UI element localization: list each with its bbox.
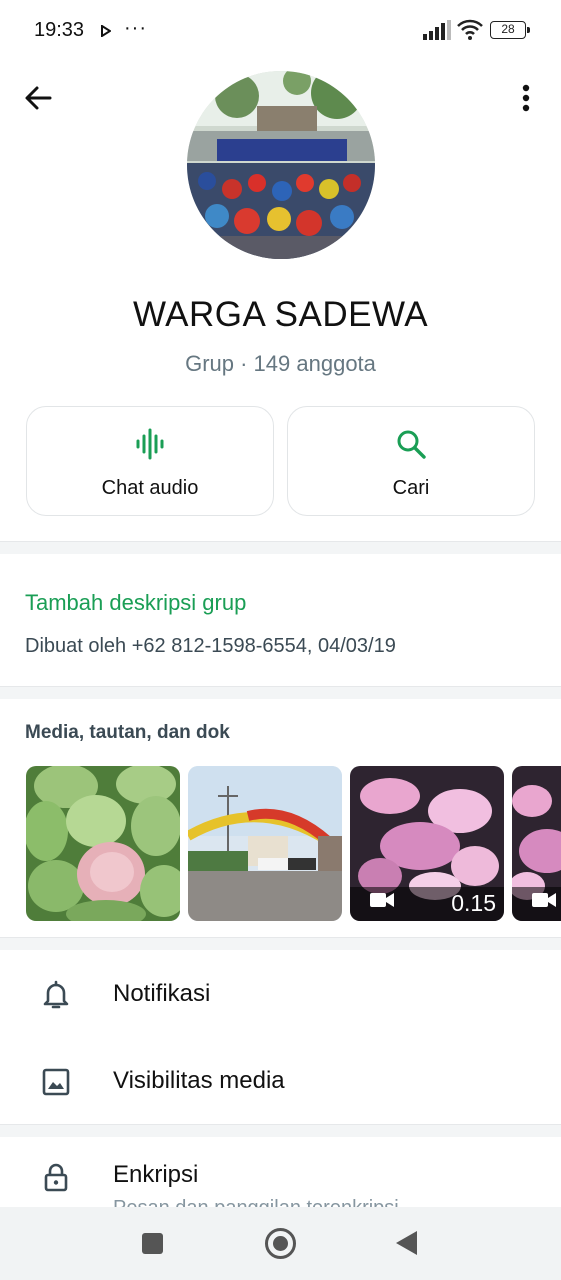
recents-button[interactable]	[142, 1233, 163, 1254]
group-avatar[interactable]	[187, 71, 375, 259]
bell-icon	[40, 955, 72, 1035]
play-icon	[101, 24, 112, 42]
audio-chat-label: Chat audio	[101, 477, 199, 499]
home-button[interactable]	[265, 1228, 296, 1259]
media-thumb-1[interactable]	[26, 766, 180, 921]
status-bar: 19:33 ··· 28	[0, 0, 561, 62]
search-icon	[396, 427, 426, 461]
section-divider	[0, 937, 561, 950]
section-divider	[0, 541, 561, 554]
status-time: 19:33	[34, 19, 85, 41]
notifications-row[interactable]: Notifikasi	[0, 955, 561, 1035]
video-duration: 0.15	[451, 890, 496, 916]
media-thumb-4[interactable]	[512, 766, 561, 921]
more-options-button[interactable]	[512, 80, 540, 116]
image-icon	[40, 1042, 72, 1122]
arrow-left-icon	[25, 86, 52, 110]
system-nav-bar	[0, 1207, 561, 1280]
video-camera-icon	[532, 892, 556, 913]
media-section-title[interactable]: Media, tautan, dan dok	[25, 722, 230, 744]
search-button[interactable]: Cari	[287, 406, 535, 516]
notifications-label: Notifikasi	[113, 980, 211, 1007]
group-name: WARGA SADEWA	[132, 295, 429, 334]
back-button[interactable]	[20, 80, 56, 116]
search-label: Cari	[392, 477, 430, 499]
signal-icon	[423, 20, 451, 45]
section-divider	[0, 1124, 561, 1137]
audio-chat-button[interactable]: Chat audio	[26, 406, 274, 516]
more-vert-icon	[522, 84, 530, 112]
media-visibility-label: Visibilitas media	[113, 1067, 285, 1094]
group-member-count: Grup · 149 anggota	[185, 351, 376, 376]
media-thumb-3[interactable]: 0.15	[350, 766, 504, 921]
add-description-link[interactable]: Tambah deskripsi grup	[25, 590, 246, 616]
video-camera-icon	[370, 892, 394, 913]
audio-wave-icon	[135, 427, 165, 461]
media-visibility-row[interactable]: Visibilitas media	[0, 1042, 561, 1122]
wifi-icon	[457, 18, 483, 45]
created-by-text: Dibuat oleh +62 812-1598-6554, 04/03/19	[25, 635, 396, 657]
encryption-label: Enkripsi	[113, 1161, 199, 1188]
system-back-button[interactable]	[396, 1231, 417, 1255]
lock-icon	[40, 1137, 72, 1217]
media-thumb-2[interactable]	[188, 766, 342, 921]
section-divider	[0, 686, 561, 699]
battery-icon: 28	[490, 21, 530, 39]
status-dots: ···	[124, 17, 147, 39]
